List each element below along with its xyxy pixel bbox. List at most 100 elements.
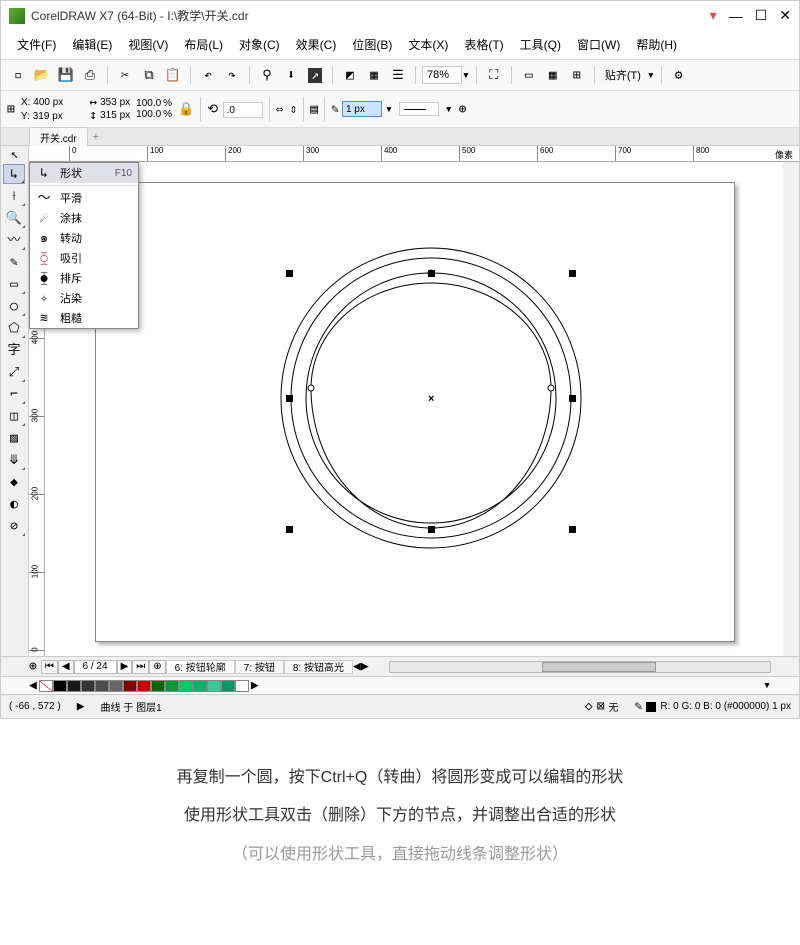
line-style-select[interactable] — [399, 102, 439, 116]
selection-handle[interactable] — [286, 270, 293, 277]
minimize-button[interactable]: — — [729, 8, 743, 24]
new-button[interactable]: ▫ — [7, 64, 29, 86]
shape-tool[interactable]: ↳ — [3, 164, 25, 184]
fill-tool[interactable]: ◆ — [3, 472, 25, 492]
color-swatch[interactable] — [207, 680, 221, 692]
close-button[interactable]: ✕ — [779, 7, 791, 24]
x-input[interactable] — [33, 95, 83, 109]
fullscreen-button[interactable]: ⛶ — [483, 64, 505, 86]
parallel-dim-tool[interactable]: ⤢ — [3, 362, 25, 382]
transparency-tool[interactable]: ▨ — [3, 428, 25, 448]
show-guides-button[interactable]: ⊞ — [566, 64, 588, 86]
zoom-tool[interactable]: 🔍 — [3, 208, 25, 228]
show-rulers-button[interactable]: ▭ — [518, 64, 540, 86]
page-tab-6[interactable]: 6: 按钮轮廓 — [166, 660, 235, 674]
outline-dropdown-icon[interactable]: ▾ — [385, 103, 393, 116]
flyout-shape[interactable]: ↳形状F10 — [30, 163, 138, 183]
horizontal-scrollbar[interactable] — [389, 661, 771, 673]
zoom-dropdown-icon[interactable]: ▾ — [462, 69, 470, 82]
menu-file[interactable]: 文件(F) — [9, 32, 64, 57]
selection-handle[interactable] — [569, 526, 576, 533]
flyout-smear[interactable]: ☄涂抹 — [30, 208, 138, 228]
maximize-button[interactable]: ☐ — [755, 7, 768, 24]
outline-width-input[interactable] — [342, 101, 382, 117]
color-swatch[interactable] — [193, 680, 207, 692]
import-button[interactable]: ⬇ — [280, 64, 302, 86]
flyout-smudge[interactable]: ✧沾染 — [30, 288, 138, 308]
width-value[interactable]: 353 px — [100, 97, 130, 108]
height-value[interactable]: 315 px — [100, 110, 130, 121]
color-swatch[interactable] — [123, 680, 137, 692]
paste-button[interactable]: 📋 — [162, 64, 184, 86]
selection-handle[interactable] — [286, 526, 293, 533]
last-page-button[interactable]: ⏭ — [132, 660, 149, 674]
snap-dropdown[interactable]: 贴齐(T) — [601, 67, 645, 83]
eyedropper-tool[interactable]: ⤋ — [3, 450, 25, 470]
menu-view[interactable]: 视图(V) — [120, 32, 176, 57]
line-style-dropdown-icon[interactable]: ▾ — [445, 103, 453, 116]
page-scroll-left[interactable]: ◀ — [353, 660, 361, 673]
text-wrap-icon[interactable]: ▤ — [310, 100, 318, 118]
connector-tool[interactable]: ⌐ — [3, 384, 25, 404]
scale-x-value[interactable]: 100.0 — [136, 98, 161, 109]
ellipse-tool[interactable]: ○ — [3, 296, 25, 316]
flyout-twirl[interactable]: ๑转动 — [30, 228, 138, 248]
color-swatch[interactable] — [137, 680, 151, 692]
show-grid-button[interactable]: ▦ — [542, 64, 564, 86]
snap-dropdown-icon[interactable]: ▾ — [647, 69, 655, 82]
lock-ratio-icon[interactable]: 🔒 — [178, 100, 194, 118]
flyout-repel[interactable]: ⧳排斥 — [30, 268, 138, 288]
redo-button[interactable]: ↷ — [221, 64, 243, 86]
menu-help[interactable]: 帮助(H) — [628, 32, 685, 57]
text-tool[interactable]: 字 — [3, 340, 25, 360]
color-swatch[interactable] — [221, 680, 235, 692]
new-tab-button[interactable]: + — [88, 131, 104, 143]
menu-bitmap[interactable]: 位图(B) — [344, 32, 400, 57]
menu-edit[interactable]: 编辑(E) — [64, 32, 120, 57]
menu-text[interactable]: 文本(X) — [400, 32, 456, 57]
dropshadow-tool[interactable]: ◫ — [3, 406, 25, 426]
y-input[interactable] — [33, 109, 83, 123]
options-button[interactable]: ⚙ — [668, 64, 690, 86]
zoom-level[interactable]: ▾ — [422, 66, 470, 84]
color-swatch[interactable] — [67, 680, 81, 692]
flyout-rough[interactable]: ≋粗糙 — [30, 308, 138, 328]
color-swatch[interactable] — [151, 680, 165, 692]
export-button[interactable]: ↗ — [304, 64, 326, 86]
smartfill-tool[interactable]: ◐ — [3, 494, 25, 514]
outline-width[interactable]: ✎ ▾ — [331, 101, 393, 117]
menu-tools[interactable]: 工具(Q) — [512, 32, 569, 57]
outline-tool[interactable]: ⊘ — [3, 516, 25, 536]
menu-effects[interactable]: 效果(C) — [288, 32, 345, 57]
page-scroll-right[interactable]: ▶ — [361, 660, 369, 673]
selection-handle[interactable] — [428, 526, 435, 533]
zoom-input[interactable] — [422, 66, 462, 84]
flyout-attract[interactable]: ⧲吸引 — [30, 248, 138, 268]
page-tab-8[interactable]: 8: 按钮高光 — [284, 660, 353, 674]
save-button[interactable]: 💾 — [55, 64, 77, 86]
mirror-h-icon[interactable]: ⇔ — [276, 100, 284, 118]
rectangle-tool[interactable]: ▭ — [3, 274, 25, 294]
canvas-area[interactable]: × — [45, 162, 783, 656]
menu-table[interactable]: 表格(T) — [456, 32, 511, 57]
rotation-angle[interactable]: ⟲ — [207, 100, 262, 119]
cut-button[interactable]: ✂ — [114, 64, 136, 86]
search-button[interactable]: ⚲ — [256, 64, 278, 86]
menu-window[interactable]: 窗口(W) — [569, 32, 628, 57]
play-icon[interactable]: ▶ — [77, 700, 85, 713]
selection-handle[interactable] — [286, 395, 293, 402]
add-page-icon[interactable]: ⊕ — [29, 660, 37, 673]
mirror-v-icon[interactable]: ⇕ — [289, 100, 297, 118]
menu-object[interactable]: 对象(C) — [231, 32, 288, 57]
no-color-swatch[interactable] — [39, 680, 53, 692]
circle-drawing[interactable]: × — [276, 243, 586, 558]
publish-button[interactable]: ◩ — [339, 64, 361, 86]
color-swatch[interactable] — [235, 680, 249, 692]
menu-layout[interactable]: 布局(L) — [176, 32, 231, 57]
freehand-tool[interactable]: 〰 — [3, 230, 25, 250]
palette-flyout-icon[interactable]: ▾ — [763, 679, 771, 692]
app-launcher-button[interactable]: ▦ — [363, 64, 385, 86]
add-after-button[interactable]: ⊕ — [149, 660, 165, 674]
palette-scroll-right[interactable]: ▶ — [251, 679, 259, 692]
open-button[interactable]: 📂 — [31, 64, 53, 86]
